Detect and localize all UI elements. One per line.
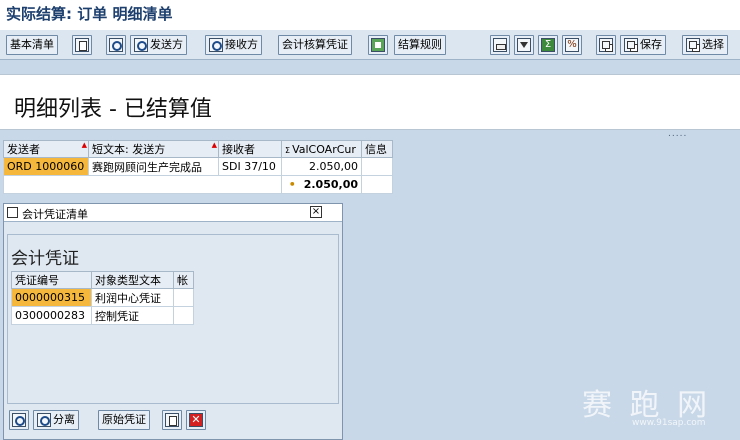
cell-value[interactable]: 2.050,00 bbox=[281, 157, 362, 176]
column-header-short-text[interactable]: 短文本: 发送方 ▲ bbox=[88, 140, 219, 158]
save-button[interactable]: 保存 bbox=[620, 35, 666, 55]
sort-marker-icon: ▲ bbox=[211, 141, 217, 149]
table-row[interactable]: ORD 1000060 赛跑网顾问生产完成品 SDI 37/10 2.050,0… bbox=[3, 157, 393, 176]
list-heading-area: 明细列表 - 已结算值 bbox=[0, 74, 740, 130]
split-label: 分离 bbox=[53, 413, 75, 426]
total-row: • 2.050,00 bbox=[3, 175, 393, 194]
table-row[interactable]: 0000000315 利润中心凭证 bbox=[11, 288, 194, 307]
list-heading: 明细列表 - 已结算值 bbox=[14, 97, 212, 122]
splitter-dots[interactable]: ..... bbox=[668, 129, 687, 139]
find-button[interactable] bbox=[106, 35, 126, 55]
detail-table: 发送者 ▲ 短文本: 发送方 ▲ 接收者 Σ ValCOArCur 信息 ORD 10… bbox=[3, 140, 393, 194]
select-icon bbox=[686, 38, 700, 52]
layout-button[interactable] bbox=[368, 35, 388, 55]
save-icon bbox=[624, 38, 638, 52]
application-toolbar: 基本清单 发送方 接收方 会计核算凭证 结算规则 Σ % 保存 选择 bbox=[0, 30, 740, 60]
column-header-receiver[interactable]: 接收者 bbox=[218, 140, 282, 158]
sum-marker-icon: Σ bbox=[285, 145, 291, 155]
close-icon[interactable]: × bbox=[310, 206, 322, 218]
cell-total-info bbox=[361, 175, 393, 194]
split-search-icon bbox=[37, 413, 51, 427]
basic-list-button[interactable]: 基本清单 bbox=[6, 35, 58, 55]
subtotal-button[interactable]: % bbox=[562, 35, 582, 55]
print-icon bbox=[165, 413, 179, 427]
detail-icon bbox=[75, 38, 89, 52]
copy-button[interactable] bbox=[596, 35, 616, 55]
cell-short-text[interactable]: 赛跑网顾问生产完成品 bbox=[88, 157, 219, 176]
copy-icon bbox=[599, 38, 613, 52]
column-header-sender[interactable]: 发送者 ▲ bbox=[3, 140, 89, 158]
select-label: 选择 bbox=[702, 38, 724, 51]
original-doc-label: 原始凭证 bbox=[102, 413, 146, 426]
watermark-sub: www.91sap.com bbox=[632, 418, 706, 428]
cell-account[interactable] bbox=[173, 306, 194, 325]
column-header-value[interactable]: Σ ValCOArCur bbox=[281, 140, 362, 158]
sum-button[interactable]: Σ bbox=[538, 35, 558, 55]
sort-marker-icon: ▲ bbox=[81, 141, 87, 149]
cell-info[interactable] bbox=[361, 157, 393, 176]
accounting-doc-button[interactable]: 会计核算凭证 bbox=[278, 35, 352, 55]
original-doc-button[interactable]: 原始凭证 bbox=[98, 410, 150, 430]
select-button[interactable]: 选择 bbox=[682, 35, 728, 55]
cell-type-text[interactable]: 控制凭证 bbox=[91, 306, 174, 325]
cell-doc-no[interactable]: 0300000283 bbox=[11, 306, 92, 325]
dialog-heading: 会计凭证 bbox=[11, 249, 79, 269]
find-icon bbox=[12, 413, 26, 427]
dialog-print-button[interactable] bbox=[162, 410, 182, 430]
total-marker: • bbox=[288, 178, 296, 191]
sender-search-icon bbox=[134, 38, 148, 52]
column-header-info[interactable]: 信息 bbox=[361, 140, 393, 158]
receiver-label: 接收方 bbox=[225, 38, 258, 51]
window-title: 实际结算: 订单 明细清单 bbox=[6, 5, 173, 23]
sum-icon: Σ bbox=[541, 38, 555, 52]
subtotal-icon: % bbox=[565, 38, 579, 52]
column-header-account[interactable]: 帐 bbox=[173, 271, 194, 289]
table-header-row: 凭证编号 对象类型文本 帐 bbox=[11, 271, 194, 289]
basic-list-label: 基本清单 bbox=[10, 38, 54, 51]
cancel-button[interactable]: ✕ bbox=[186, 410, 206, 430]
cancel-icon: ✕ bbox=[189, 413, 203, 427]
cell-doc-no[interactable]: 0000000315 bbox=[11, 288, 92, 307]
column-header-doc-no[interactable]: 凭证编号 bbox=[11, 271, 92, 289]
total-row-spacer bbox=[3, 175, 282, 194]
dialog-content-panel: 会计凭证 凭证编号 对象类型文本 帐 0000000315 利润中心凭证 030… bbox=[7, 234, 339, 404]
accounting-doc-label: 会计核算凭证 bbox=[282, 38, 348, 51]
total-value: 2.050,00 bbox=[303, 178, 358, 191]
cell-sender[interactable]: ORD 1000060 bbox=[3, 157, 89, 176]
save-label: 保存 bbox=[640, 38, 662, 51]
filter-button[interactable] bbox=[514, 35, 534, 55]
dialog-title: 会计凭证清单 bbox=[22, 208, 88, 221]
split-button[interactable]: 分离 bbox=[33, 410, 79, 430]
print-icon bbox=[493, 38, 507, 52]
accounting-documents-dialog: 会计凭证清单 × 会计凭证 凭证编号 对象类型文本 帐 0000000315 利… bbox=[3, 203, 343, 440]
receiver-button[interactable]: 接收方 bbox=[205, 35, 262, 55]
documents-table: 凭证编号 对象类型文本 帐 0000000315 利润中心凭证 03000002… bbox=[11, 271, 194, 325]
layout-icon bbox=[371, 38, 385, 52]
cell-total: • 2.050,00 bbox=[281, 175, 362, 194]
cell-receiver[interactable]: SDI 37/10 bbox=[218, 157, 282, 176]
table-row[interactable]: 0300000283 控制凭证 bbox=[11, 306, 194, 325]
cell-account[interactable] bbox=[173, 288, 194, 307]
sender-label: 发送方 bbox=[150, 38, 183, 51]
dialog-title-bar: 会计凭证清单 × bbox=[4, 204, 342, 222]
dialog-window-icon bbox=[7, 207, 18, 218]
sender-button[interactable]: 发送方 bbox=[130, 35, 187, 55]
receiver-search-icon bbox=[209, 38, 223, 52]
settlement-rule-button[interactable]: 结算规则 bbox=[394, 35, 446, 55]
detail-button[interactable] bbox=[72, 35, 92, 55]
print-button[interactable] bbox=[490, 35, 510, 55]
cell-type-text[interactable]: 利润中心凭证 bbox=[91, 288, 174, 307]
table-header-row: 发送者 ▲ 短文本: 发送方 ▲ 接收者 Σ ValCOArCur 信息 bbox=[3, 140, 393, 158]
title-bar: 实际结算: 订单 明细清单 bbox=[0, 0, 740, 30]
column-header-type-text[interactable]: 对象类型文本 bbox=[91, 271, 174, 289]
watermark: 赛 跑 网 www.91sap.com bbox=[582, 380, 711, 428]
find-icon bbox=[109, 38, 123, 52]
filter-icon bbox=[517, 38, 531, 52]
settlement-rule-label: 结算规则 bbox=[398, 38, 442, 51]
dialog-find-button[interactable] bbox=[9, 410, 29, 430]
